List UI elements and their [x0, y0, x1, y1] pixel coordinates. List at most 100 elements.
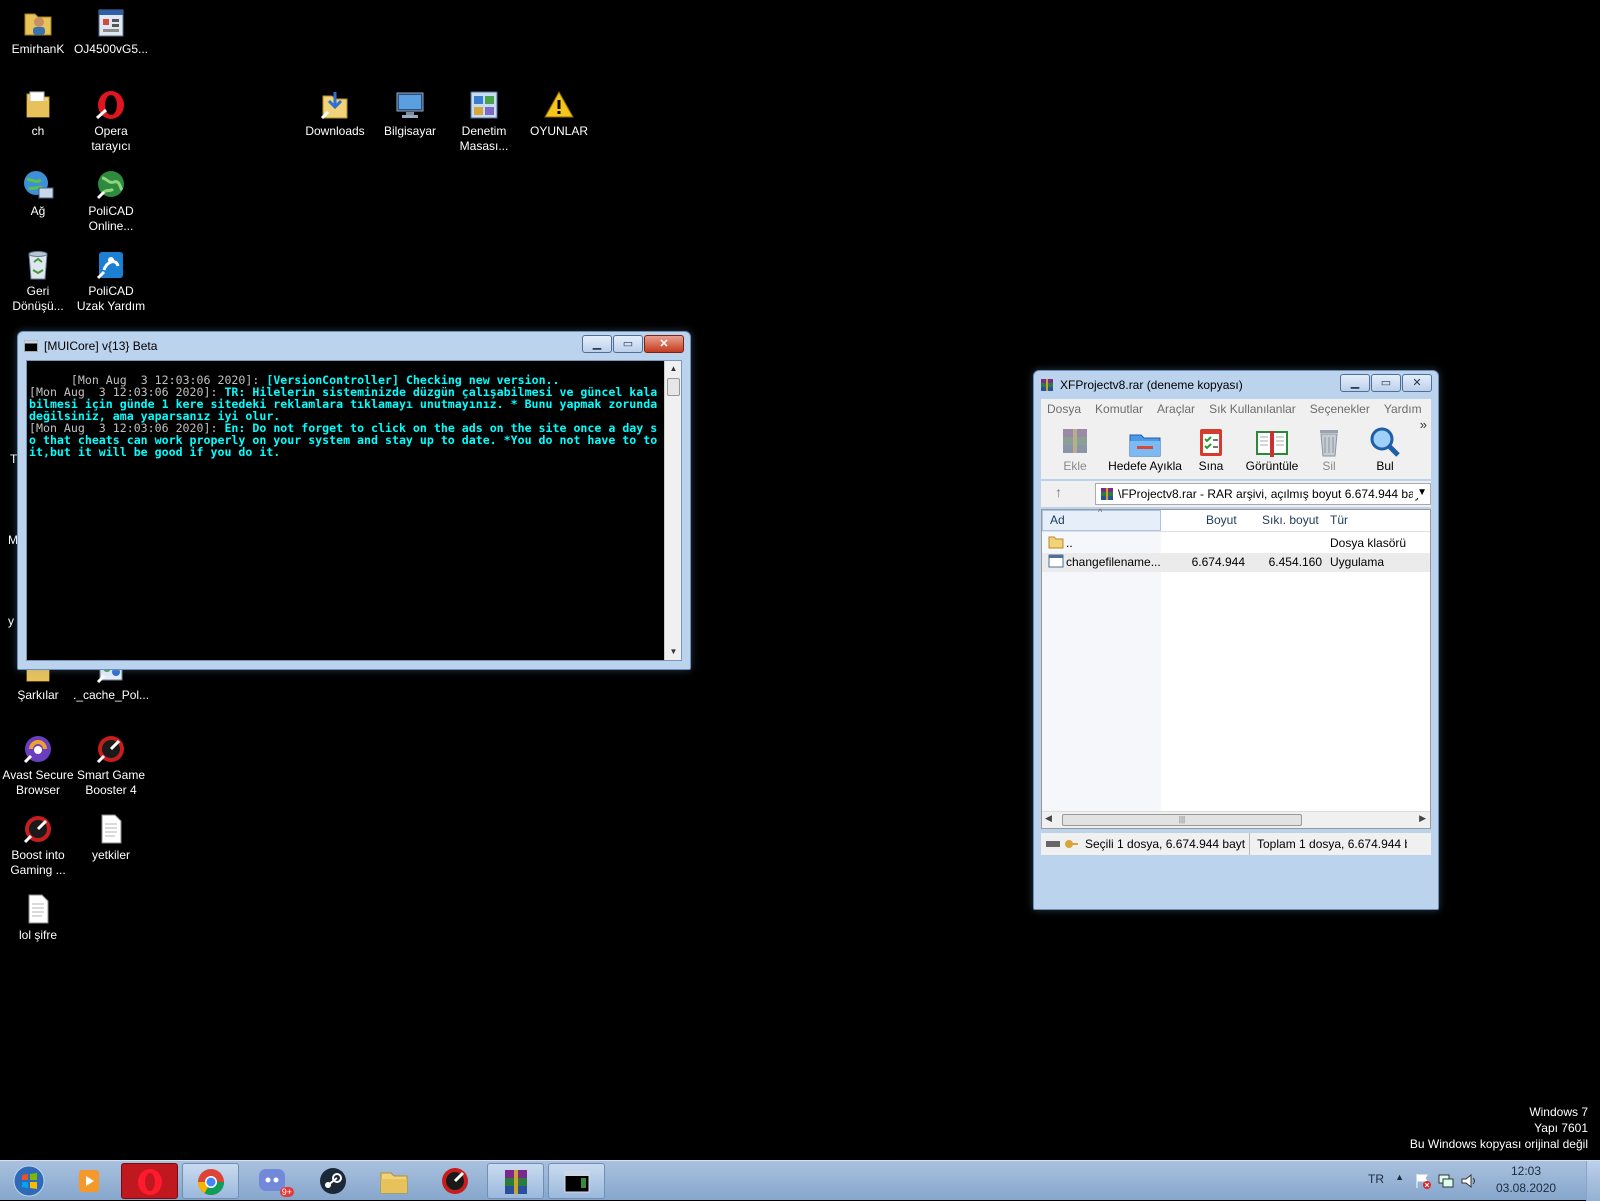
desktop-icon-ch[interactable]: ch	[0, 88, 76, 139]
console-title: [MUICore] v{13} Beta	[44, 339, 158, 353]
desktop-icon-boost-gaming[interactable]: Boost into Gaming ...	[0, 812, 76, 878]
desktop-icon-oyunlar[interactable]: OYUNLAR	[521, 88, 597, 139]
taskbar-game-booster[interactable]	[426, 1163, 483, 1199]
file-list[interactable]: Ad ^ Boyut Sıkı. boyut Tür .. Dosya klas…	[1041, 507, 1431, 829]
show-desktop-button[interactable]	[1586, 1161, 1600, 1201]
downloads-folder-icon	[318, 88, 352, 122]
menu-sik-kullanilanlar[interactable]: Sık Kullanılanlar	[1209, 402, 1296, 416]
scroll-right-icon[interactable]: ▶	[1419, 813, 1426, 824]
maximize-icon: ▭	[1380, 377, 1392, 389]
console-output[interactable]: [Mon Aug 3 12:03:06 2020]: [VersionContr…	[26, 360, 682, 661]
taskbar-steam[interactable]	[304, 1163, 361, 1199]
scroll-thumb[interactable]: |||	[1062, 814, 1302, 826]
desktop-icon-oj4500[interactable]: OJ4500vG5...	[73, 6, 149, 57]
maximize-button[interactable]: ▭	[613, 335, 643, 353]
find-button[interactable]: Bul	[1365, 425, 1405, 473]
console-titlebar[interactable]: [MUICore] v{13} Beta ▁ ▭ ✕	[18, 332, 690, 360]
show-hidden-icons-arrow[interactable]: ▲	[1395, 1172, 1404, 1182]
address-bar: ↑ \FProjectv8.rar - RAR arşivi, açılmış …	[1041, 481, 1431, 507]
desktop-icon-recycle-bin[interactable]: Geri Dönüşü...	[0, 248, 76, 314]
notification-badge: 9+	[279, 1187, 294, 1197]
minimize-button[interactable]: ▁	[1340, 374, 1370, 392]
menu-komutlar[interactable]: Komutlar	[1095, 402, 1143, 416]
desktop-icon-network[interactable]: Ağ	[0, 168, 76, 219]
desktop-icon-lol-sifre[interactable]: lol şifre	[0, 892, 76, 943]
language-indicator[interactable]: TR	[1368, 1172, 1384, 1186]
column-header-size[interactable]: Boyut	[1206, 513, 1237, 527]
taskbar-console[interactable]	[548, 1163, 605, 1199]
desktop-icon-opera[interactable]: Opera tarayıcı	[73, 88, 149, 154]
start-button[interactable]	[5, 1163, 53, 1199]
close-button[interactable]: ✕	[1402, 374, 1432, 392]
winrar-title: XFProjectv8.rar (deneme kopyası)	[1060, 378, 1243, 392]
desktop-icon-label: Şarkılar	[17, 688, 59, 702]
column-header-name[interactable]: Ad	[1050, 513, 1065, 527]
taskbar-media-player[interactable]	[60, 1163, 117, 1199]
dropdown-arrow-icon[interactable]: ▼	[1413, 487, 1427, 498]
taskbar-opera[interactable]	[121, 1163, 178, 1199]
scroll-left-icon[interactable]: ◀	[1045, 813, 1052, 824]
toolbar-more-chevron[interactable]: »	[1420, 417, 1427, 432]
column-header-type[interactable]: Tür	[1330, 513, 1348, 527]
taskbar: 9+ TR ▲ 12:03 03.08.2020	[0, 1160, 1600, 1201]
scroll-up-icon[interactable]: ▲	[665, 361, 682, 377]
desktop-icon-policad-online[interactable]: PoliCAD Online...	[73, 168, 149, 234]
maximize-icon: ▭	[622, 338, 634, 350]
desktop-icon-policad-remote[interactable]: PoliCAD Uzak Yardım	[73, 248, 149, 314]
network-tray-icon[interactable]	[1437, 1172, 1455, 1190]
maximize-button[interactable]: ▭	[1371, 374, 1401, 392]
action-center-flag-icon[interactable]	[1414, 1172, 1432, 1190]
horizontal-scrollbar[interactable]: ◀ ||| ▶	[1042, 811, 1430, 828]
desktop-icon-label: Downloads	[305, 124, 365, 138]
menu-secenekler[interactable]: Seçenekler	[1310, 402, 1370, 416]
status-total: Toplam 1 dosya, 6.674.944 ba	[1257, 837, 1407, 851]
test-icon	[1193, 425, 1229, 459]
taskbar-explorer[interactable]	[365, 1163, 422, 1199]
desktop-icon-downloads[interactable]: Downloads	[297, 88, 373, 139]
minimize-button[interactable]: ▁	[582, 335, 612, 353]
menu-bar: Dosya Komutlar Araçlar Sık Kullanılanlar…	[1041, 399, 1431, 419]
winrar-titlebar[interactable]: XFProjectv8.rar (deneme kopyası) ▁ ▭ ✕	[1034, 371, 1438, 399]
desktop-icon-label: Avast Secure Browser	[2, 768, 74, 797]
extract-to-button[interactable]: Hedefe Ayıkla	[1107, 425, 1183, 473]
taskbar-winrar[interactable]	[487, 1163, 544, 1199]
desktop-icon-label: OJ4500vG5...	[73, 42, 149, 56]
console-window[interactable]: [MUICore] v{13} Beta ▁ ▭ ✕ [Mon Aug 3 12…	[17, 331, 691, 670]
desktop-icon-label: lol şifre	[18, 928, 57, 942]
volume-icon[interactable]	[1460, 1172, 1478, 1190]
scroll-down-icon[interactable]: ▼	[665, 644, 682, 660]
close-button[interactable]: ✕	[644, 335, 684, 353]
desktop-icon-emirhank[interactable]: EmirhanK	[0, 6, 76, 57]
windows-build: Yapı 7601	[1534, 1121, 1588, 1135]
menu-yardim[interactable]: Yardım	[1384, 402, 1422, 416]
address-field[interactable]: \FProjectv8.rar - RAR arşivi, açılmış bo…	[1095, 483, 1431, 505]
toolbar-label: Hedefe Ayıkla	[1108, 459, 1182, 473]
up-arrow-icon[interactable]: ↑	[1055, 484, 1062, 500]
desktop-icon-label: Ağ	[30, 204, 46, 218]
view-button[interactable]: Görüntüle	[1241, 425, 1303, 473]
desktop-icon-control-panel[interactable]: Denetim Masası...	[446, 88, 522, 154]
console-scrollbar[interactable]: ▲ ▼	[664, 361, 681, 660]
column-header-packed[interactable]: Sıkı. boyut	[1262, 513, 1319, 527]
taskbar-discord[interactable]: 9+	[243, 1163, 300, 1199]
winrar-window[interactable]: XFProjectv8.rar (deneme kopyası) ▁ ▭ ✕ D…	[1033, 370, 1439, 910]
clock-time[interactable]: 12:03	[1496, 1164, 1556, 1178]
desktop-icon-yetkiler[interactable]: yetkiler	[73, 812, 149, 863]
desktop-icon-avast-browser[interactable]: Avast Secure Browser	[0, 732, 76, 798]
menu-araclar[interactable]: Araçlar	[1157, 402, 1195, 416]
toolbar-label: Bul	[1376, 459, 1394, 473]
scroll-thumb[interactable]	[667, 378, 680, 396]
delete-button[interactable]: Sil	[1311, 425, 1347, 473]
table-row[interactable]: changefilename... 6.674.944 6.454.160 Uy…	[1042, 553, 1430, 572]
taskbar-chrome[interactable]	[182, 1163, 239, 1199]
desktop-icon-smart-game-booster[interactable]: Smart Game Booster 4	[73, 732, 149, 798]
status-selected: Seçili 1 dosya, 6.674.944 bayt	[1085, 837, 1246, 851]
desktop-icon-computer[interactable]: Bilgisayar	[372, 88, 448, 139]
menu-dosya[interactable]: Dosya	[1047, 402, 1081, 416]
clock-date[interactable]: 03.08.2020	[1496, 1181, 1556, 1195]
desktop-icon-label: Boost into Gaming ...	[10, 848, 66, 877]
test-button[interactable]: Sına	[1191, 425, 1231, 473]
add-button[interactable]: Ekle	[1055, 425, 1095, 473]
table-row[interactable]: .. Dosya klasörü	[1042, 534, 1430, 553]
view-book-icon	[1254, 425, 1290, 459]
